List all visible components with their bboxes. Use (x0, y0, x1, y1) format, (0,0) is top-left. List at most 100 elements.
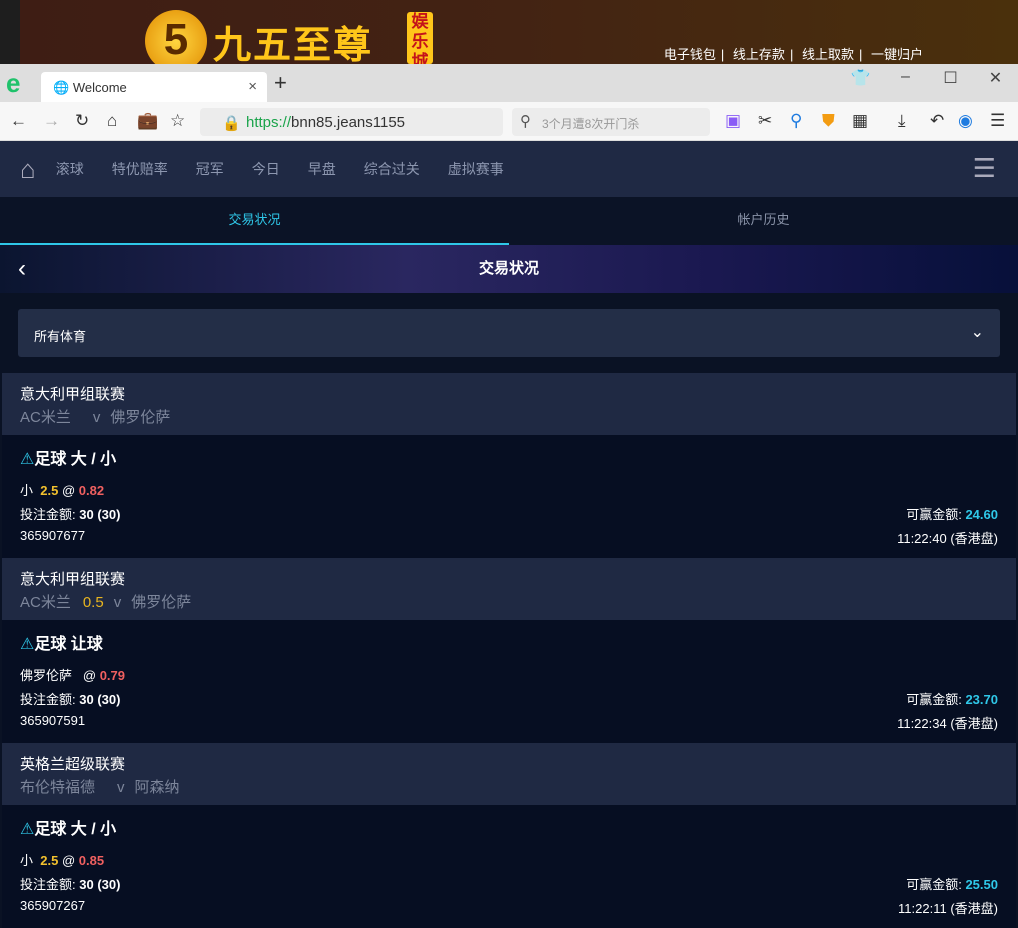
tab-transactions[interactable]: 交易状况 (0, 197, 509, 245)
page-title: 交易状况 (478, 260, 539, 277)
bet-time: 11:22:34 (香港盘) (897, 716, 998, 731)
address-bar[interactable]: 🔒 https://bnn85.jeans1155 (200, 108, 503, 136)
bet-type: 足球 大 / 小 (34, 451, 117, 468)
bet-time: 11:22:40 (香港盘) (897, 531, 998, 546)
bet-card: ⚠足球 大 / 小 小 2.5 @ 0.82 投注金额: 30 (30) 可赢金额… (2, 435, 1016, 558)
league-name: 意大利甲组联赛 (20, 571, 126, 588)
bet-line: 2.5 (40, 483, 59, 498)
minimize-button[interactable]: – (883, 68, 928, 88)
league-header: 意大利甲组联赛 AC米兰 0.5 v 佛罗伦萨 (2, 558, 1016, 620)
link-withdraw[interactable]: 线上取款 (802, 47, 854, 62)
scissors-icon[interactable]: ✂ (758, 111, 772, 131)
close-tab-icon[interactable]: × (248, 78, 257, 95)
url-scheme: https:// (246, 114, 292, 131)
link-deposit[interactable]: 线上存款 (733, 47, 785, 62)
search-box[interactable]: ⚲ 3个月遭8次开门杀 (512, 108, 710, 136)
sync-icon[interactable]: ◉ (958, 111, 973, 131)
bet-selection: 佛罗伦萨 (20, 668, 73, 683)
at-label: @ (82, 668, 97, 683)
logo-icon: 5 (145, 10, 207, 72)
hamburger-menu-icon[interactable]: ☰ (973, 155, 996, 181)
nav-early[interactable]: 早盘 (308, 159, 336, 179)
logo-tag: 娱乐城 (407, 12, 433, 64)
sport-filter-select[interactable]: 所有体育 ⌄ (18, 309, 1000, 357)
nav-live[interactable]: 滚球 (56, 159, 84, 179)
away-team: 阿森纳 (134, 779, 180, 796)
win-value: 25.50 (965, 877, 998, 892)
forward-icon[interactable]: → (43, 111, 60, 131)
translate-icon[interactable]: ▣ (725, 111, 741, 131)
link-consolidate[interactable]: 一键归户 (871, 47, 923, 62)
briefcase-icon[interactable]: 💼 (137, 111, 158, 131)
bet-id: 365907267 (20, 898, 86, 913)
browser-logo-icon: e (6, 68, 21, 98)
vs-label: v (117, 779, 125, 796)
menu-icon[interactable]: ☰ (990, 111, 1005, 131)
close-window-button[interactable]: ✕ (973, 68, 1018, 88)
bet-id: 365907677 (20, 528, 86, 543)
back-icon[interactable]: ← (10, 111, 27, 131)
win-label: 可赢金额: (906, 507, 962, 522)
win-label: 可赢金额: (906, 877, 962, 892)
bet-odds: 0.82 (78, 483, 105, 498)
apps-icon[interactable]: ▦ (852, 111, 868, 131)
new-tab-button[interactable]: + (274, 70, 287, 96)
stake-value: 30 (30) (79, 877, 121, 892)
back-chevron-icon[interactable]: ‹ (18, 245, 26, 293)
bet-card: ⚠足球 大 / 小 小 2.5 @ 0.85 投注金额: 30 (30) 可赢金额… (2, 805, 1016, 928)
favorites-icon[interactable]: ☆ (170, 111, 185, 131)
sport-filter-value: 所有体育 (34, 329, 87, 344)
league-name: 意大利甲组联赛 (20, 386, 126, 403)
subtabs: 交易状况 帐户历史 (0, 197, 1018, 245)
bet-type: 足球 大 / 小 (34, 821, 117, 838)
away-team: 佛罗伦萨 (110, 409, 171, 426)
tab-account-history[interactable]: 帐户历史 (509, 197, 1018, 245)
league-header: 英格兰超级联赛 布伦特福德 v 阿森纳 (2, 743, 1016, 805)
browser-tabbar: e 🌐 Welcome × + 👕 – ☐ ✕ (0, 64, 1018, 102)
stake-label: 投注金额: (20, 692, 76, 707)
stake-label: 投注金额: (20, 507, 76, 522)
nav-parlay[interactable]: 综合过关 (364, 159, 420, 179)
link-wallet[interactable]: 电子钱包 (664, 47, 716, 62)
league-name: 英格兰超级联赛 (20, 756, 126, 773)
bet-id: 365907591 (20, 713, 86, 728)
match-teams: 布伦特福德 v 阿森纳 (20, 776, 998, 797)
undo-icon[interactable]: ↶ (930, 111, 944, 131)
nav-virtual[interactable]: 虚拟赛事 (448, 159, 504, 179)
nav-special-odds[interactable]: 特优赔率 (112, 159, 168, 179)
nav-today[interactable]: 今日 (252, 159, 280, 179)
bet-line: 2.5 (40, 853, 59, 868)
bet-odds: 0.79 (99, 668, 126, 683)
stake-value: 30 (30) (79, 692, 121, 707)
home-icon[interactable]: ⌂ (107, 111, 117, 131)
match-teams: AC米兰 v 佛罗伦萨 (20, 406, 998, 427)
vs-label: v (113, 594, 122, 611)
browser-tab[interactable]: 🌐 Welcome × (41, 72, 267, 102)
magnifier-icon[interactable]: ⚲ (790, 111, 802, 131)
nav-outright[interactable]: 冠军 (196, 159, 224, 179)
download-icon[interactable]: ⤓ (898, 111, 906, 131)
lock-icon: 🔒 (222, 115, 241, 132)
bet-odds: 0.85 (78, 853, 105, 868)
handicap: 0.5 (82, 594, 104, 611)
stake-label: 投注金额: (20, 877, 76, 892)
warning-icon: ⚠ (20, 636, 35, 653)
warning-icon: ⚠ (20, 451, 35, 468)
chevron-down-icon: ⌄ (970, 324, 984, 341)
site-banner: 5 九五至尊 娱乐城 电子钱包 | 线上存款 | 线上取款 | 一键归户 (0, 0, 1018, 72)
league-header: 意大利甲组联赛 AC米兰 v 佛罗伦萨 (2, 373, 1016, 435)
bet-list: 意大利甲组联赛 AC米兰 v 佛罗伦萨 ⚠足球 大 / 小 小 2.5 @ 0.82… (0, 373, 1018, 928)
home-icon[interactable]: ⌂ (20, 154, 36, 185)
warning-icon: ⚠ (20, 821, 35, 838)
search-placeholder: 3个月遭8次开门杀 (542, 117, 640, 131)
shield-icon[interactable]: ⛊ (822, 111, 835, 131)
skin-icon[interactable]: 👕 (838, 68, 883, 88)
win-value: 24.60 (965, 507, 998, 522)
maximize-button[interactable]: ☐ (928, 68, 973, 88)
globe-icon: 🌐 (53, 80, 70, 95)
stake-value: 30 (30) (79, 507, 121, 522)
reload-icon[interactable]: ↻ (75, 111, 89, 131)
url-text: bnn85.jeans1155 (291, 114, 406, 131)
page-header: ‹ 交易状况 (0, 245, 1018, 293)
at-label: @ (61, 853, 76, 868)
